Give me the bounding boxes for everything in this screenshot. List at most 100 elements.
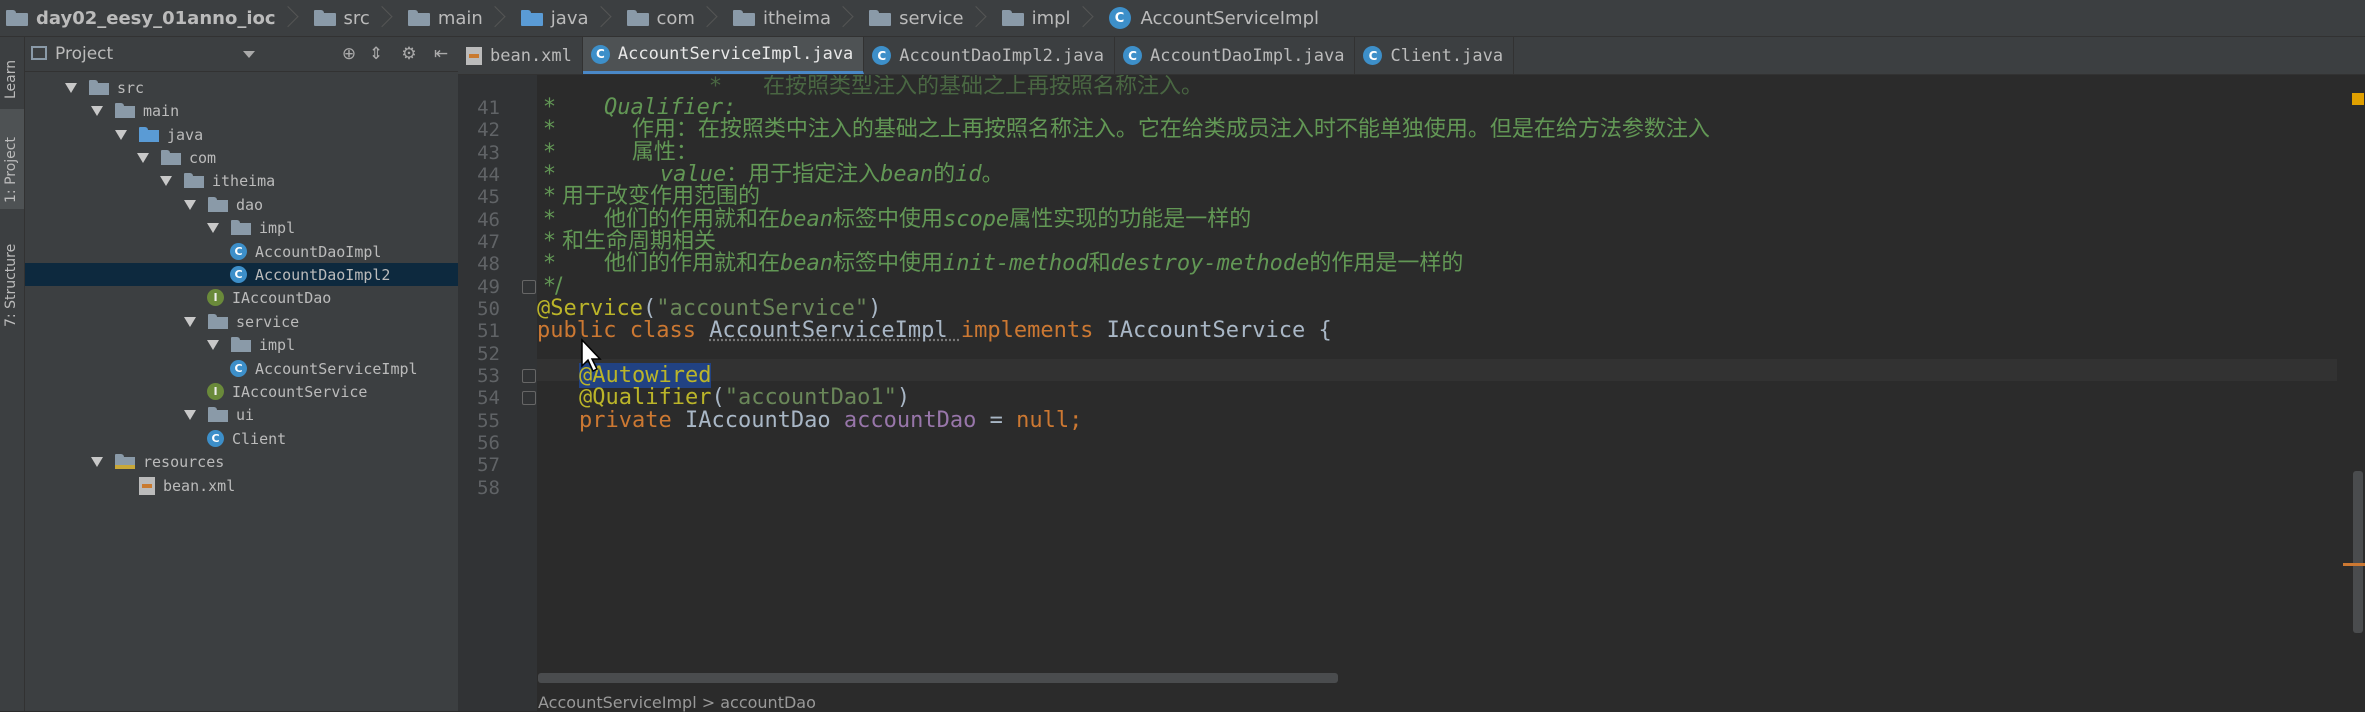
chevron-right-icon	[707, 0, 717, 36]
chevron-right-icon	[288, 0, 298, 36]
expand-arrow-icon[interactable]	[184, 199, 196, 210]
line-number: 46	[477, 209, 500, 231]
class-icon: C	[230, 266, 247, 283]
line-number: 49	[477, 276, 500, 298]
code-line-54: @Qualifier("accountDao1")	[579, 385, 911, 410]
code-area[interactable]: * 在按照类型注入的基础之上再按照名称注入。 * Qualifier: * 作用…	[537, 75, 2337, 711]
class-icon: C	[1108, 7, 1131, 29]
folder-icon	[115, 103, 135, 118]
expand-arrow-icon[interactable]	[207, 222, 219, 233]
tool-window-strip: Learn 1: Project 7: Structure	[0, 37, 25, 711]
project-tool-tab[interactable]: 1: Project	[0, 109, 24, 209]
project-view-icon	[31, 46, 47, 60]
editor-horizontal-scrollbar[interactable]	[538, 673, 1338, 683]
breadcrumb-itheima[interactable]: itheima	[727, 0, 863, 36]
breadcrumb-project[interactable]: day02_eesy_01anno_ioc	[0, 0, 308, 36]
code-line-42: * 作用：在按照类中注入的基础之上再按照名称注入。它在给类成员注入时不能单独使用…	[537, 117, 1710, 142]
learn-tool-tab[interactable]: Learn	[0, 45, 24, 105]
hide-panel-icon[interactable]: ⇤	[432, 45, 450, 63]
expand-arrow-icon[interactable]	[137, 152, 149, 163]
source-folder-icon	[139, 127, 159, 142]
error-stripe-marker[interactable]	[2343, 563, 2365, 566]
breadcrumb-impl[interactable]: impl	[996, 0, 1103, 36]
code-line-51: public class AccountServiceImpl implemen…	[537, 318, 1332, 343]
expand-arrow-icon[interactable]	[184, 316, 196, 327]
line-number: 58	[477, 477, 500, 499]
chevron-right-icon	[1083, 0, 1093, 36]
chevron-right-icon	[382, 0, 392, 36]
warning-status-icon[interactable]	[2352, 93, 2364, 105]
source-folder-icon	[520, 10, 543, 26]
tab-bean-xml[interactable]: bean.xml	[458, 37, 583, 74]
line-number: 44	[477, 164, 500, 186]
line-number: 41	[477, 97, 500, 119]
xml-file-icon	[139, 476, 155, 495]
breadcrumb-com[interactable]: com	[621, 0, 727, 36]
fold-marker-icon[interactable]	[522, 280, 536, 294]
line-number: 42	[477, 119, 500, 141]
code-line-45: * 用于改变作用范围的	[537, 184, 760, 209]
line-number: 50	[477, 298, 500, 320]
expand-arrow-icon[interactable]	[207, 339, 219, 350]
fold-marker-icon[interactable]	[522, 369, 536, 383]
gear-icon[interactable]: ⚙	[400, 45, 418, 63]
fold-marker-icon[interactable]	[522, 391, 536, 405]
tab-client[interactable]: C Client.java	[1355, 37, 1515, 74]
expand-arrow-icon[interactable]	[184, 409, 196, 420]
code-line-49: */	[537, 274, 563, 299]
collapse-all-icon[interactable]: ⇕	[367, 45, 385, 63]
project-folder-icon	[6, 10, 28, 26]
editor-tabs: bean.xml C AccountServiceImpl.java C Acc…	[458, 37, 2365, 75]
expand-arrow-icon[interactable]	[91, 456, 103, 467]
breadcrumb-java[interactable]: java	[515, 0, 621, 36]
structure-tool-tab[interactable]: 7: Structure	[0, 227, 24, 331]
breadcrumb-main[interactable]: main	[402, 0, 515, 36]
tab-accountdaoimpl[interactable]: C AccountDaoImpl.java	[1115, 37, 1356, 74]
interface-icon: I	[207, 383, 224, 400]
code-line-48: * 他们的作用就和在bean标签中使用init-method和destroy-m…	[537, 251, 1464, 276]
package-icon	[231, 337, 251, 352]
line-number: 55	[477, 410, 500, 432]
code-line-46: * 他们的作用就和在bean标签中使用scope属性实现的功能是一样的	[537, 207, 1252, 232]
class-icon: C	[230, 360, 247, 377]
line-number: 45	[477, 186, 500, 208]
locate-icon[interactable]: ⊕	[340, 45, 358, 63]
code-line-43: * 属性：	[537, 140, 698, 165]
tree-item-resources[interactable]: resources	[25, 450, 524, 473]
breadcrumb-class[interactable]: C AccountServiceImpl	[1103, 0, 1329, 36]
code-line-55: private IAccountDao accountDao = null;	[579, 408, 1083, 433]
folder-icon	[407, 10, 430, 26]
editor-vertical-scrollbar[interactable]	[2343, 75, 2365, 711]
expand-arrow-icon[interactable]	[115, 129, 127, 140]
navigation-bar: day02_eesy_01anno_ioc src main java com …	[0, 0, 2365, 37]
expand-arrow-icon[interactable]	[160, 175, 172, 186]
chevron-right-icon	[843, 0, 853, 36]
class-icon: C	[872, 46, 892, 65]
folder-icon	[313, 10, 336, 26]
project-panel: Project ⊕ ⇕ ⚙ ⇤ src main java com itheim…	[25, 37, 663, 711]
chevron-right-icon	[976, 0, 986, 36]
line-gutter[interactable]: 41 42 43 44 45 46 47 48 49 50 51 52 53 5…	[458, 75, 537, 711]
code-line-partial: * 在按照类型注入的基础之上再按照名称注入。	[710, 75, 1203, 99]
tree-item-main[interactable]: main	[25, 99, 524, 122]
code-line-41: * Qualifier:	[537, 95, 737, 120]
expand-arrow-icon[interactable]	[91, 105, 103, 116]
class-icon: C	[590, 44, 610, 64]
expand-arrow-icon[interactable]	[65, 82, 77, 93]
line-number: 43	[477, 142, 500, 164]
package-icon	[184, 173, 204, 188]
editor-breadcrumb[interactable]: AccountServiceImpl > accountDao	[538, 693, 816, 712]
tab-accountserviceimpl[interactable]: C AccountServiceImpl.java	[582, 37, 865, 74]
class-icon: C	[230, 243, 247, 260]
chevron-down-icon[interactable]	[243, 50, 255, 58]
resources-folder-icon	[115, 454, 135, 469]
breadcrumb-service[interactable]: service	[863, 0, 995, 36]
breadcrumb-src[interactable]: src	[308, 0, 402, 36]
package-icon	[161, 150, 181, 165]
tab-accountdaoimpl2[interactable]: C AccountDaoImpl2.java	[864, 37, 1115, 74]
project-panel-header: Project ⊕ ⇕ ⚙ ⇤	[25, 37, 458, 72]
project-view-selector[interactable]: Project	[55, 44, 241, 64]
scrollbar-thumb[interactable]	[2353, 471, 2363, 633]
tree-item-src[interactable]: src	[25, 76, 498, 99]
package-icon	[231, 220, 251, 235]
